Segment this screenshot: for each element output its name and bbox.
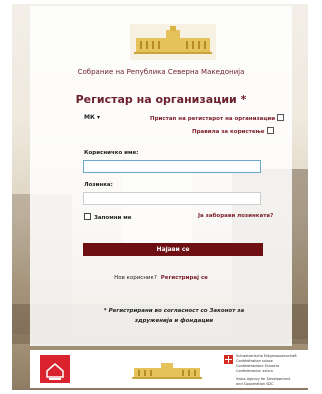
- swiss-agency-logo: Schweizerische Eidgenossenschaft Confédé…: [224, 354, 312, 387]
- username-input[interactable]: [83, 160, 261, 173]
- new-user-text: Нов корисник?: [114, 275, 157, 281]
- password-label: Лозинка:: [84, 182, 113, 188]
- parliament-building-footer-logo: [132, 363, 202, 379]
- remember-checkbox[interactable]: [84, 213, 91, 220]
- terms-link[interactable]: Правила за користење: [192, 127, 274, 135]
- swiss-flag-icon: [224, 355, 233, 364]
- language-select[interactable]: МК ▾: [84, 114, 100, 121]
- document-icon: [266, 127, 274, 134]
- login-button[interactable]: Најави се: [83, 243, 263, 256]
- remember-label: Запомни ме: [94, 215, 132, 221]
- password-input[interactable]: [83, 192, 261, 205]
- register-access-link[interactable]: Пристап на регистарот на организации: [150, 114, 285, 122]
- page-title: Регистар на организации *: [75, 93, 247, 106]
- new-user-row: Нов корисник? Регистрирај се: [0, 275, 322, 281]
- parliament-building-logo: [130, 24, 216, 60]
- forgot-password-link[interactable]: Ја заборави лозинката?: [198, 213, 273, 219]
- swiss-line4: Confederaziun svizra: [236, 369, 273, 373]
- table-icon: [277, 114, 285, 121]
- register-access-label: Пристап на регистарот на организации: [150, 116, 276, 122]
- swiss-line6: and Cooperation SDC: [236, 382, 274, 386]
- register-link[interactable]: Регистрирај се: [161, 275, 208, 281]
- footer: Schweizerische Eidgenossenschaft Confédé…: [30, 350, 312, 388]
- remember-me[interactable]: Запомни ме: [84, 213, 132, 221]
- assembly-name: Собрание на Република Северна Македонија: [77, 68, 245, 76]
- terms-label: Правила за користење: [192, 129, 265, 135]
- partner-logo-red: [40, 355, 70, 383]
- registration-note: * Регистрирани во согласност со Законот …: [103, 308, 245, 324]
- username-label: Корисничко име:: [84, 150, 139, 156]
